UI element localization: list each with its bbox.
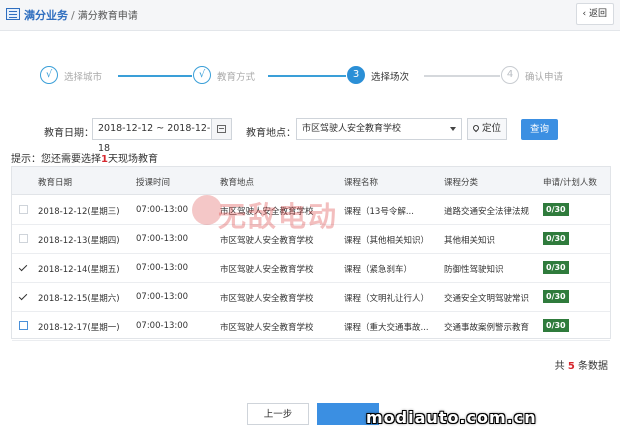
column-header-count: 申请/计划人数 <box>543 178 597 188</box>
cell-category: 其他相关知识 <box>444 236 496 246</box>
count-badge: 0/30 <box>543 261 569 274</box>
back-button[interactable]: ‹ 返回 <box>575 3 614 25</box>
row-checkbox-checked[interactable] <box>19 263 28 272</box>
top-bar: 满分业务 / 满分教育申请 ‹ 返回 <box>0 0 620 31</box>
list-icon <box>6 8 20 20</box>
date-label: 教育日期： <box>44 128 94 139</box>
cell-time: 07:00-13:00 <box>136 263 189 273</box>
total-number: 5 <box>567 361 575 372</box>
step-4-label: 确认申请 <box>525 72 564 83</box>
table-row[interactable]: 2018-12-14(星期五) 07:00-13:00 市区驾驶人安全教育学校 … <box>12 253 610 283</box>
total-prefix: 共 <box>554 361 565 372</box>
step-1-label: 选择城市 <box>64 72 103 83</box>
step-2-label: 教育方式 <box>217 72 256 83</box>
breadcrumb: 满分业务 / 满分教育申请 <box>24 7 138 23</box>
breadcrumb-separator: / <box>71 9 75 22</box>
calendar-button[interactable] <box>212 118 232 140</box>
query-button[interactable]: 查询 <box>521 119 558 140</box>
step-3-label: 选择场次 <box>371 72 410 83</box>
date-range-input[interactable]: 2018-12-12 ~ 2018-12-18 <box>92 118 212 154</box>
cell-category: 交通事故案例警示教育 <box>444 323 530 333</box>
session-table: 教育日期 授课时间 教育地点 课程名称 课程分类 申请/计划人数 2018-12… <box>11 166 611 341</box>
column-header-date: 教育日期 <box>38 178 73 188</box>
row-checkbox[interactable] <box>19 321 28 330</box>
step-4-circle: 4 <box>501 66 519 84</box>
cell-date: 2018-12-15(星期六) <box>38 294 120 304</box>
prev-step-button[interactable]: 上一步 <box>247 403 309 425</box>
row-checkbox[interactable] <box>19 234 28 243</box>
place-select-value: 市区驾驶人安全教育学校 <box>302 124 402 134</box>
cell-place: 市区驾驶人安全教育学校 <box>220 265 314 275</box>
calendar-icon <box>217 125 226 133</box>
column-header-course: 课程名称 <box>344 178 379 188</box>
step-3-circle: 3 <box>347 66 365 84</box>
cell-course: 课程（13号令解... <box>344 207 414 217</box>
count-badge: 0/30 <box>543 203 569 216</box>
site-watermark: modiauto.com.cn <box>366 408 537 427</box>
hint-count: 1 <box>101 154 108 165</box>
column-header-category: 课程分类 <box>444 178 479 188</box>
cell-time: 07:00-13:00 <box>136 321 189 331</box>
step-connector <box>424 75 500 77</box>
count-badge: 0/30 <box>543 232 569 245</box>
back-button-label: 返回 <box>588 9 607 19</box>
cell-course: 课程（文明礼让行人） <box>344 294 430 304</box>
step-connector <box>118 75 192 77</box>
stepper: √ 选择城市 √ 教育方式 3 选择场次 4 确认申请 <box>40 66 570 90</box>
map-pin-icon <box>471 123 481 133</box>
caret-down-icon <box>450 127 456 131</box>
place-select[interactable]: 市区驾驶人安全教育学校 <box>296 118 462 140</box>
cell-date: 2018-12-13(星期四) <box>38 236 120 246</box>
selection-hint: 提示：您还需要选择1天现场教育 <box>11 150 158 165</box>
count-badge: 0/30 <box>543 319 569 332</box>
cell-time: 07:00-13:00 <box>136 292 189 302</box>
cell-category: 交通安全文明驾驶常识 <box>444 294 530 304</box>
table-header: 教育日期 授课时间 教育地点 课程名称 课程分类 申请/计划人数 <box>12 167 610 195</box>
column-header-time: 授课时间 <box>136 178 171 188</box>
locate-button[interactable]: 定位 <box>467 118 507 140</box>
cell-time: 07:00-13:00 <box>136 205 189 215</box>
step-2-circle: √ <box>193 66 211 84</box>
table-row[interactable]: 2018-12-17(星期一) 07:00-13:00 市区驾驶人安全教育学校 … <box>12 311 610 341</box>
row-checkbox[interactable] <box>19 205 28 214</box>
total-count: 共 5 条数据 <box>555 357 608 372</box>
watermark-text: 无敌电动 <box>218 200 339 233</box>
hint-prefix: 提示：您还需要选择 <box>11 154 101 165</box>
cell-category: 防御性驾驶知识 <box>444 265 504 275</box>
cell-time: 07:00-13:00 <box>136 234 189 244</box>
place-label: 教育地点： <box>246 128 296 139</box>
locate-button-label: 定位 <box>481 123 501 134</box>
count-badge: 0/30 <box>543 290 569 303</box>
step-1-circle: √ <box>40 66 58 84</box>
cell-date: 2018-12-14(星期五) <box>38 265 120 275</box>
table-row[interactable]: 2018-12-15(星期六) 07:00-13:00 市区驾驶人安全教育学校 … <box>12 282 610 312</box>
breadcrumb-section[interactable]: 满分业务 <box>24 9 68 22</box>
cell-course: 课程（紧急刹车） <box>344 265 413 275</box>
cell-date: 2018-12-17(星期一) <box>38 323 120 333</box>
cell-place: 市区驾驶人安全教育学校 <box>220 323 314 333</box>
cell-place: 市区驾驶人安全教育学校 <box>220 236 314 246</box>
cell-course: 课程（其他相关知识） <box>344 236 430 246</box>
row-checkbox-checked[interactable] <box>19 292 28 301</box>
cell-place: 市区驾驶人安全教育学校 <box>220 294 314 304</box>
breadcrumb-current: 满分教育申请 <box>77 11 138 22</box>
step-connector <box>268 75 346 77</box>
cell-course: 课程（重大交通事故... <box>344 323 429 333</box>
hint-suffix: 天现场教育 <box>107 154 158 165</box>
cell-category: 道路交通安全法律法规 <box>444 207 530 217</box>
column-header-place: 教育地点 <box>220 178 255 188</box>
cell-date: 2018-12-12(星期三) <box>38 207 120 217</box>
total-suffix: 条数据 <box>578 361 608 372</box>
